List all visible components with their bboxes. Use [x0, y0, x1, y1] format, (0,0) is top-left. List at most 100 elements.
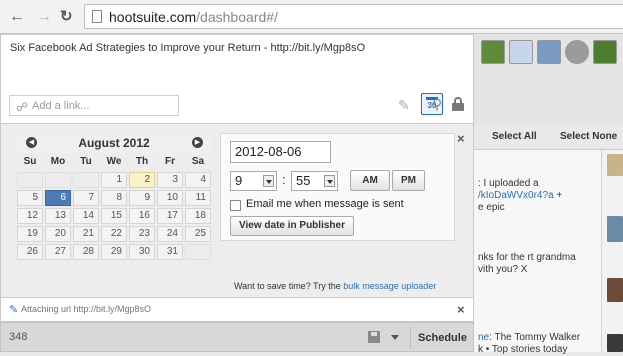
close-schedule-icon[interactable]: × [457, 131, 465, 146]
profile-avatar[interactable] [565, 40, 589, 64]
schedule-button[interactable]: Schedule [410, 327, 474, 349]
view-date-in-publisher-button[interactable]: View date in Publisher [230, 216, 354, 236]
expand-icon[interactable]: + [554, 190, 562, 201]
stream-link[interactable]: /kIoDaWVx0r4?a [478, 190, 554, 201]
calendar-month-label: August 2012 [78, 136, 150, 150]
select-all-link[interactable]: Select All [492, 131, 537, 142]
calendar-day[interactable]: 5 [17, 190, 43, 206]
calendar-empty-cell [17, 172, 43, 188]
calendar-day[interactable]: 1 [101, 172, 127, 188]
calendar-day[interactable]: 29 [101, 244, 127, 260]
stream-column: : I uploaded a /kIoDaWVx0r4?a + e epic n… [474, 150, 602, 355]
stream-link[interactable]: ne [478, 332, 489, 343]
pm-button[interactable]: PM [392, 170, 425, 191]
minute-select[interactable]: 55 [291, 171, 338, 191]
calendar-day[interactable]: 3 [157, 172, 183, 188]
character-count: 348 [9, 331, 28, 343]
calendar-dayname: Sa [191, 156, 205, 167]
back-arrow-icon[interactable]: ← [9, 8, 25, 26]
calendar-day[interactable]: 18 [185, 208, 211, 224]
calendar-day[interactable]: 6 [45, 190, 71, 206]
calendar-day[interactable]: 16 [129, 208, 155, 224]
chevron-down-icon [324, 175, 335, 187]
calendar-day[interactable]: 11 [185, 190, 211, 206]
calendar-day[interactable]: 24 [157, 226, 183, 242]
calendar-day[interactable]: 20 [45, 226, 71, 242]
calendar-day[interactable]: 14 [73, 208, 99, 224]
reload-icon[interactable]: ↻ [60, 8, 73, 26]
calendar-day[interactable]: 23 [129, 226, 155, 242]
profile-avatar[interactable] [537, 40, 561, 64]
page-icon [92, 10, 102, 23]
calendar-day[interactable]: 21 [73, 226, 99, 242]
message-text[interactable]: Six Facebook Ad Strategies to Improve yo… [10, 42, 365, 54]
profile-avatar[interactable] [509, 40, 533, 64]
stream-message-text: ne: The Tommy Walker [478, 332, 580, 344]
stream-message-text: : I uploaded a [478, 178, 539, 189]
address-bar[interactable]: hootsuite.com/dashboard#/ [84, 4, 623, 29]
attachment-row: ✎ Attaching url http://bit.ly/Mgp8sO × [0, 298, 474, 322]
calendar-day[interactable]: 26 [17, 244, 43, 260]
privacy-lock-icon[interactable] [452, 97, 464, 111]
calendar-daynames: Su Mo Tu We Th Fr Sa [16, 156, 212, 170]
add-link-input[interactable] [32, 98, 177, 113]
forward-arrow-icon[interactable]: → [36, 8, 52, 26]
profile-avatar[interactable] [481, 40, 505, 64]
url-text[interactable]: hootsuite.com/dashboard#/ [109, 9, 278, 25]
stream-column-partial [602, 150, 623, 352]
bulk-uploader-link[interactable]: bulk message uploader [343, 281, 436, 291]
date-field[interactable]: 2012-08-06 [230, 141, 331, 163]
calendar-dayname: Th [135, 156, 149, 167]
calendar-day[interactable]: 22 [101, 226, 127, 242]
calendar-day[interactable]: 30 [129, 244, 155, 260]
calendar-day[interactable]: 9 [129, 190, 155, 206]
calendar-day[interactable]: 28 [73, 244, 99, 260]
time-settings: 2012-08-06 9 : 55 AM PM Email me when me… [220, 133, 455, 241]
attach-file-icon[interactable]: ✎ [398, 97, 410, 114]
calendar-day[interactable]: 15 [101, 208, 127, 224]
calendar-day[interactable]: 19 [17, 226, 43, 242]
calendar-day[interactable]: 8 [101, 190, 127, 206]
url-host: hootsuite.com [109, 9, 197, 25]
stream-avatar[interactable] [607, 154, 623, 176]
add-link-field[interactable]: ☍ [9, 95, 179, 116]
calendar-dayname: Fr [165, 156, 175, 167]
save-draft-icon[interactable] [368, 331, 380, 343]
stream-selection-bar: Select All Select None [474, 124, 623, 150]
calendar-day[interactable]: 4 [185, 172, 211, 188]
calendar-day[interactable]: 25 [185, 226, 211, 242]
calendar-day[interactable]: 7 [73, 190, 99, 206]
email-notify-checkbox[interactable] [230, 200, 241, 211]
stream-message-text: /kIoDaWVx0r4?a + [478, 190, 562, 202]
stream-message-fragment: : The Tommy Walker [489, 332, 581, 343]
hour-select[interactable]: 9 [230, 171, 277, 191]
calendar-dayname: Tu [80, 156, 92, 167]
am-button[interactable]: AM [350, 170, 390, 191]
remove-attachment-icon[interactable]: × [457, 302, 465, 317]
calendar-day[interactable]: 31 [157, 244, 183, 260]
stream-avatar[interactable] [607, 334, 623, 352]
stream-avatar[interactable] [607, 278, 623, 302]
calendar-day[interactable]: 13 [45, 208, 71, 224]
url-path: /dashboard#/ [196, 9, 278, 25]
next-month-icon[interactable]: ▶ [192, 137, 203, 148]
calendar-day[interactable]: 27 [45, 244, 71, 260]
email-notify-label: Email me when message is sent [246, 198, 404, 210]
more-options-icon[interactable] [391, 335, 399, 340]
paperclip-icon: ✎ [9, 304, 19, 316]
hint-text: Want to save time? Try the [234, 281, 344, 291]
calendar-day[interactable]: 2 [129, 172, 155, 188]
profile-avatar[interactable] [593, 40, 617, 64]
calendar-day[interactable]: 17 [157, 208, 183, 224]
calendar-header: ◀ August 2012 ▶ [16, 133, 212, 153]
hour-value: 9 [235, 173, 243, 188]
browser-toolbar: ← → ↻ hootsuite.com/dashboard#/ [0, 0, 623, 34]
location-pin-icon[interactable]: ⚲ [432, 96, 442, 113]
stream-avatar[interactable] [607, 216, 623, 242]
select-none-link[interactable]: Select None [560, 131, 617, 142]
calendar-day[interactable]: 10 [157, 190, 183, 206]
lock-body [452, 103, 464, 111]
calendar-day[interactable]: 12 [17, 208, 43, 224]
chevron-down-icon [263, 175, 274, 187]
stream-message-text: vith you? X [478, 264, 528, 275]
